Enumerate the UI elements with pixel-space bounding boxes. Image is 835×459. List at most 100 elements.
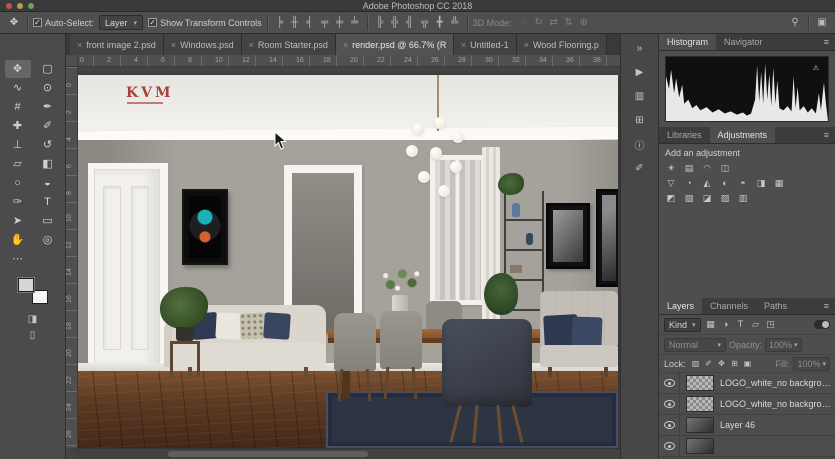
orbit-3d-icon[interactable]: ◌ — [517, 15, 531, 31]
layer-row[interactable] — [659, 436, 835, 457]
screen-mode-icon[interactable]: ▯ — [30, 330, 36, 341]
distribute-vertical-centers-icon[interactable]: ╬ — [388, 15, 402, 31]
eyedropper-tool[interactable]: ✒ — [35, 98, 61, 116]
background-color-swatch[interactable] — [31, 290, 48, 304]
document-tab[interactable]: × front image 2.psd — [70, 34, 164, 55]
gradient-tool[interactable]: ◧ — [35, 155, 61, 173]
layer-visibility-toggle[interactable] — [659, 415, 680, 435]
foreground-color-swatch[interactable] — [17, 278, 34, 292]
levels-icon[interactable]: ▤ — [681, 161, 697, 175]
blur-tool[interactable]: ○ — [5, 174, 31, 192]
scale-3d-icon[interactable]: ⊕ — [577, 15, 591, 31]
align-bottom-edges-icon[interactable]: ╧ — [348, 15, 362, 31]
layer-row[interactable]: LOGO_white_no backgroun... — [659, 373, 835, 394]
color-lookup-icon[interactable]: ▦ — [771, 176, 787, 190]
panel-tab[interactable]: Adjustments — [709, 127, 776, 143]
rectangular-marquee-tool[interactable]: ▢ — [35, 60, 61, 78]
histogram-refresh-warning-icon[interactable]: ⚠ — [813, 64, 819, 72]
brush-tool[interactable]: ✐ — [35, 117, 61, 135]
align-vertical-centers-icon[interactable]: ╪ — [333, 15, 347, 31]
edit-toolbar-icon[interactable]: ⋯ — [5, 250, 31, 268]
layer-row[interactable]: LOGO_white_no backgroun... — [659, 394, 835, 415]
opacity-value[interactable]: 100% ▾ — [765, 337, 802, 352]
auto-select-checkbox[interactable]: ✓ Auto-Select: — [33, 18, 94, 28]
posterize-icon[interactable]: ▧ — [681, 191, 697, 205]
panel-tab[interactable]: Navigator — [716, 34, 771, 50]
lock-position-icon[interactable]: ✥ — [716, 359, 728, 368]
clone-source-icon[interactable]: ⊞ — [621, 108, 659, 132]
quick-mask-icon[interactable]: ◨ — [28, 314, 37, 325]
distribute-top-edges-icon[interactable]: ╠ — [373, 15, 387, 31]
layer-filter-toggle[interactable] — [814, 320, 830, 329]
panel-tab[interactable]: Layers — [659, 298, 703, 314]
panel-menu-icon[interactable]: ≡ — [818, 127, 835, 143]
scrollbar-thumb[interactable] — [168, 451, 368, 457]
vibrance-icon[interactable]: ▽ — [663, 176, 679, 190]
lock-transparency-icon[interactable]: ▨ — [690, 359, 702, 368]
distribute-bottom-edges-icon[interactable]: ╣ — [403, 15, 417, 31]
type-tool[interactable]: T — [35, 193, 61, 211]
crop-tool[interactable]: # — [5, 98, 31, 116]
layer-thumbnail[interactable] — [686, 375, 714, 391]
curves-icon[interactable]: ◠ — [699, 161, 715, 175]
close-tab-icon[interactable]: × — [171, 40, 176, 50]
layer-row[interactable]: Layer 46 — [659, 415, 835, 436]
rectangle-tool[interactable]: ▭ — [35, 212, 61, 230]
quick-selection-tool[interactable]: ⊙ — [35, 79, 61, 97]
horizontal-scrollbar[interactable] — [78, 448, 620, 459]
hue-saturation-icon[interactable]: ◔ — [681, 176, 697, 190]
fill-value[interactable]: 100% ▾ — [793, 356, 830, 371]
layer-thumbnail[interactable] — [686, 438, 714, 454]
lasso-tool[interactable]: ∿ — [5, 79, 31, 97]
layer-thumbnail[interactable] — [686, 417, 714, 433]
eraser-tool[interactable]: ▱ — [5, 155, 31, 173]
move-tool[interactable]: ✥ — [4, 60, 31, 78]
show-transform-controls-checkbox[interactable]: ✓ Show Transform Controls — [148, 18, 262, 28]
photo-filter-icon[interactable]: ◓ — [735, 176, 751, 190]
hand-tool[interactable]: ✋ — [5, 231, 31, 249]
clone-stamp-tool[interactable]: ⊥ — [5, 136, 31, 154]
layer-visibility-toggle[interactable] — [659, 436, 680, 456]
filter-type-layers-icon[interactable]: T — [734, 318, 748, 331]
close-tab-icon[interactable]: × — [77, 40, 82, 50]
search-icon[interactable]: ⚲ — [788, 15, 802, 31]
invert-icon[interactable]: ◩ — [663, 191, 679, 205]
distribute-horizontal-centers-icon[interactable]: ╋ — [433, 15, 447, 31]
document-tab[interactable]: × Windows.psd — [163, 34, 242, 55]
lock-all-icon[interactable]: ▣ — [742, 359, 754, 368]
close-tab-icon[interactable]: × — [343, 40, 348, 50]
document-tab[interactable]: × Untitled-1 — [453, 34, 517, 55]
document-tab[interactable]: × render.psd @ 66.7% (RGB/8) * — [335, 34, 454, 55]
spot-healing-brush-tool[interactable]: ✚ — [5, 117, 31, 135]
color-swatches[interactable] — [17, 278, 48, 304]
brush-settings-icon[interactable]: ✐ — [621, 156, 659, 180]
workspace-switcher-icon[interactable]: ▣ — [815, 15, 829, 31]
close-tab-icon[interactable]: × — [524, 40, 529, 50]
slide-3d-icon[interactable]: ⇅ — [562, 15, 576, 31]
blend-mode-dropdown[interactable]: Normal ▾ — [664, 337, 726, 352]
channel-mixer-icon[interactable]: ◨ — [753, 176, 769, 190]
collapse-panels-icon[interactable]: » — [621, 36, 659, 60]
filter-smart-objects-icon[interactable]: ◳ — [764, 318, 778, 331]
filter-shape-layers-icon[interactable]: ▱ — [749, 318, 763, 331]
tool-presets-icon[interactable]: ▥ — [621, 84, 659, 108]
panel-tab[interactable]: Histogram — [659, 34, 717, 50]
threshold-icon[interactable]: ◪ — [699, 191, 715, 205]
black-white-icon[interactable]: ◐ — [717, 176, 733, 190]
layer-visibility-toggle[interactable] — [659, 394, 680, 414]
dodge-tool[interactable]: ◒ — [35, 174, 61, 192]
roll-3d-icon[interactable]: ↻ — [532, 15, 546, 31]
filter-adjustment-layers-icon[interactable]: ◑ — [719, 318, 733, 331]
filter-pixel-layers-icon[interactable]: ▦ — [704, 318, 718, 331]
distribute-right-edges-icon[interactable]: ╩ — [448, 15, 462, 31]
color-balance-icon[interactable]: ◭ — [699, 176, 715, 190]
exposure-icon[interactable]: ◫ — [717, 161, 733, 175]
close-tab-icon[interactable]: × — [249, 40, 254, 50]
panel-menu-icon[interactable]: ≡ — [818, 298, 835, 314]
lock-artboard-icon[interactable]: ⊞ — [729, 359, 741, 368]
brightness-contrast-icon[interactable]: ☀ — [663, 161, 679, 175]
layer-visibility-toggle[interactable] — [659, 373, 680, 393]
drag-3d-icon[interactable]: ⇄ — [547, 15, 561, 31]
document-tab[interactable]: × Room Starter.psd — [241, 34, 336, 55]
panel-tab[interactable]: Paths — [756, 298, 795, 314]
